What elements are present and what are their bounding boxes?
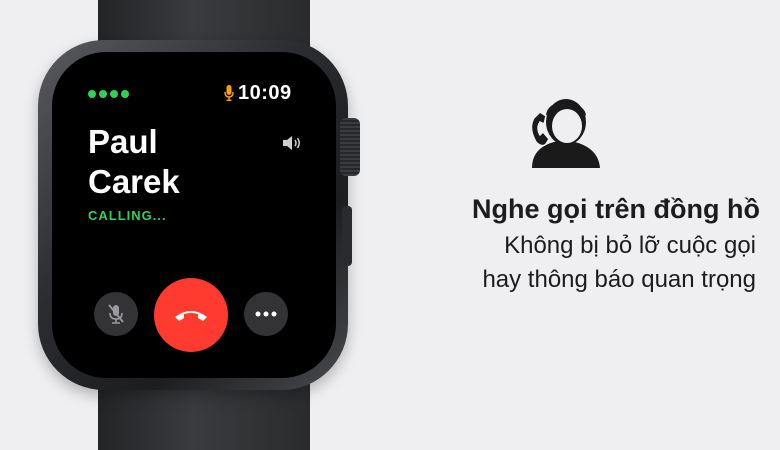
caller-first-name: Paul — [88, 123, 158, 160]
end-call-icon — [175, 311, 207, 321]
signal-dot — [110, 90, 118, 98]
promo-line-2: hay thông báo quan trọng — [482, 266, 756, 293]
promo-headline: Nghe gọi trên đồng hồ — [472, 194, 760, 224]
mute-microphone-icon — [108, 304, 124, 324]
microphone-icon — [224, 85, 234, 101]
signal-dots — [88, 90, 129, 98]
clock-time: 10:09 — [238, 82, 292, 104]
side-button — [342, 206, 352, 266]
call-status: CALLING... — [88, 208, 167, 223]
person-phone-icon — [530, 99, 600, 168]
signal-dot — [121, 90, 129, 98]
more-options-icon — [255, 311, 277, 317]
caller-name: Paul Carek — [88, 122, 180, 202]
promo-line-1: Không bị bỏ lỡ cuộc gọi — [504, 232, 756, 259]
digital-crown — [340, 118, 360, 176]
caller-last-name: Carek — [88, 163, 180, 200]
signal-dot — [99, 90, 107, 98]
speaker-icon[interactable] — [282, 135, 302, 151]
mute-button[interactable] — [94, 292, 138, 336]
end-call-button[interactable] — [154, 278, 228, 352]
more-options-button[interactable] — [244, 292, 288, 336]
watch-screen: 10:09 Paul Carek CALLING... — [52, 52, 336, 378]
signal-dot — [88, 90, 96, 98]
